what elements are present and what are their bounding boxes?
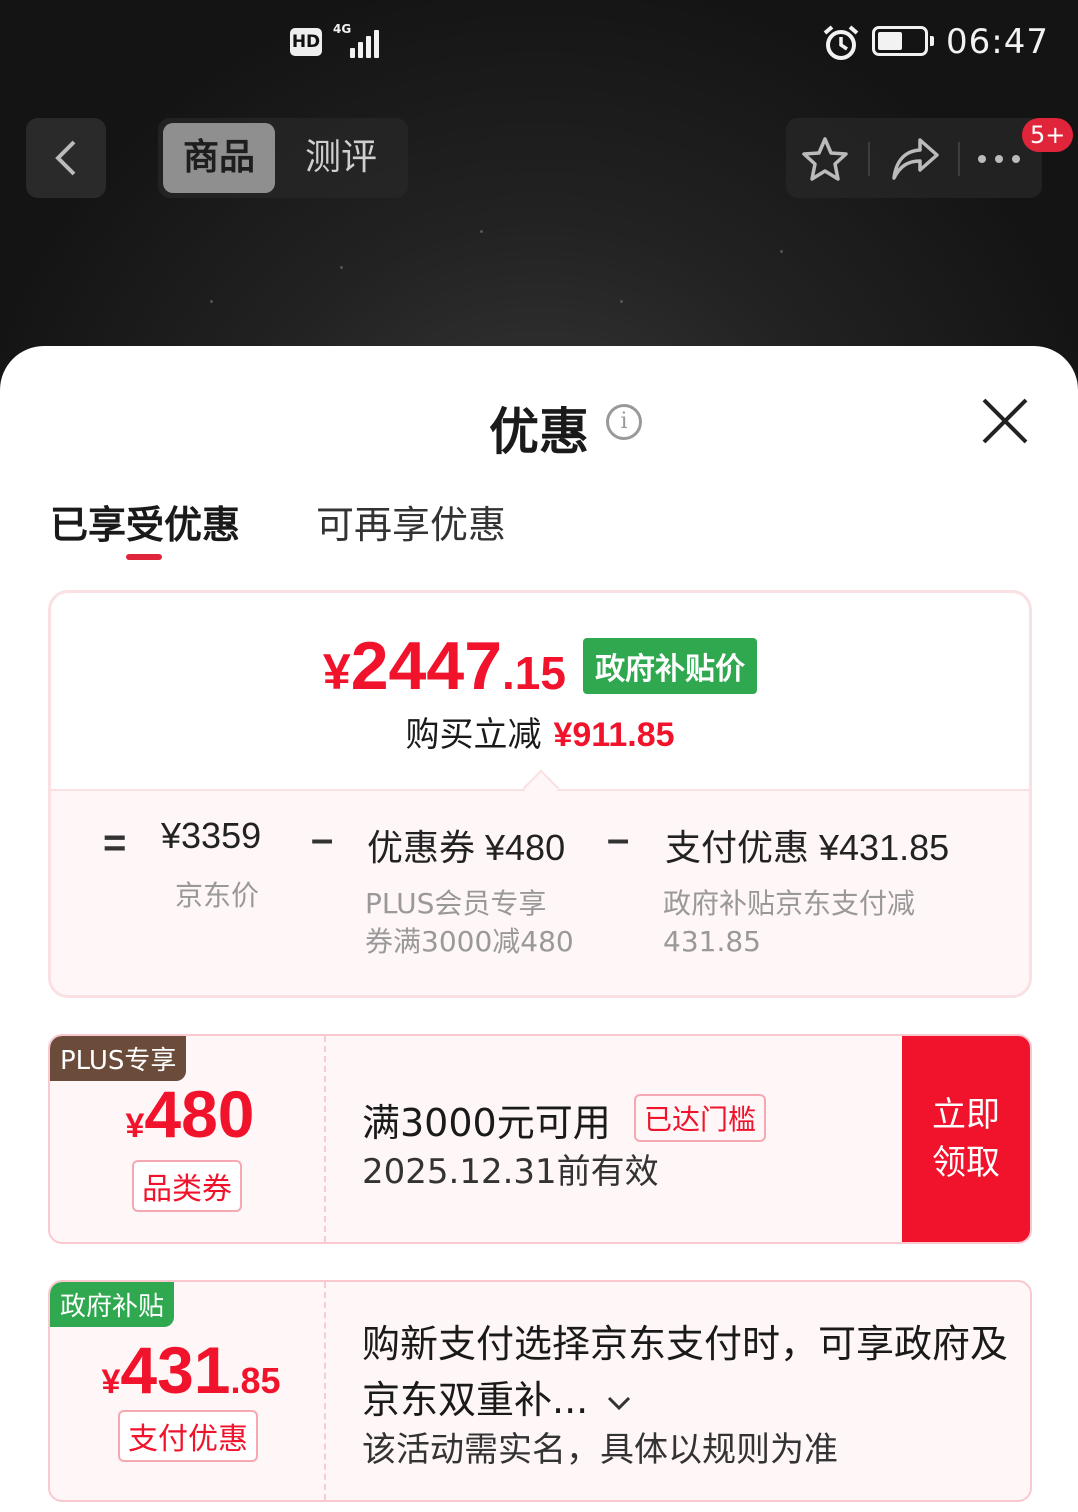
reduce-amount: ¥911.85 (553, 716, 675, 754)
minus-sign: – (311, 817, 334, 861)
reduce-label: 购买立减 (405, 715, 542, 755)
final-price-row: ¥2447.15 政府补贴价 (51, 627, 1029, 705)
coupon-condition: 满3000元可用 (362, 1101, 611, 1145)
more-icon[interactable] (974, 136, 1024, 182)
pay-sub-2: 431.85 (663, 925, 761, 958)
jd-price: ¥3359 (161, 815, 262, 856)
tab-enjoyed-discounts[interactable]: 已享受优惠 (50, 494, 240, 549)
threshold-met-badge: 已达门槛 (634, 1094, 767, 1142)
tab-product[interactable]: 商品 (163, 123, 275, 193)
hd-icon: HD (290, 28, 322, 56)
coupon-amount: ¥480 (125, 1077, 255, 1151)
coupon-expiry: 2025.12.31前有效 (362, 1152, 659, 1192)
minus-sign: – (607, 817, 630, 861)
gov-subsidy-price-tag: 政府补贴价 (583, 638, 758, 694)
network-type: 4G (333, 22, 352, 36)
gov-subsidy-tag: 政府补贴 (50, 1282, 175, 1327)
back-button[interactable] (26, 118, 106, 198)
gov-subsidy-card: 政府补贴 ¥431.85 支付优惠 购新支付选择京东支付时，可享政府及京东双重补… (48, 1280, 1032, 1502)
pay-sub-1: 政府补贴京东支付减 (663, 887, 916, 920)
status-bar: HD 4G 06:47 (0, 18, 1078, 68)
coupon-part: 优惠券 ¥480 (367, 827, 566, 868)
action-bar (786, 118, 1042, 198)
pay-discount-type: 支付优惠 (118, 1410, 258, 1462)
close-icon[interactable] (978, 394, 1032, 448)
subsidy-note: 该活动需实名，具体以规则为准 (362, 1430, 838, 1470)
discount-sheet: 优惠 i 已享受优惠 可再享优惠 ¥2447.15 政府补贴价 购买立减 ¥911… (0, 346, 1078, 1512)
subsidy-description[interactable]: 购新支付选择京东支付时，可享政府及京东双重补... (362, 1316, 1012, 1428)
star-icon[interactable] (800, 136, 850, 182)
product-tabs: 商品 测评 (158, 118, 408, 198)
jd-price-label: 京东价 (175, 879, 260, 912)
plus-exclusive-tag: PLUS专享 (50, 1036, 187, 1081)
claim-coupon-button[interactable]: 立即领取 (902, 1036, 1030, 1242)
alarm-icon (823, 25, 859, 60)
pay-discount-amount: ¥431.85 (101, 1333, 281, 1407)
signal-icon (350, 26, 388, 58)
tab-review[interactable]: 测评 (286, 123, 396, 193)
info-icon[interactable]: i (606, 404, 642, 440)
tab-more-discounts[interactable]: 可再享优惠 (316, 494, 506, 549)
coupon-sub-1: PLUS会员专享 (365, 887, 547, 920)
share-icon[interactable] (890, 136, 940, 182)
tab-indicator (126, 554, 162, 560)
reduce-row: 购买立减 ¥911.85 (51, 707, 1029, 756)
clock: 06:47 (946, 22, 1049, 62)
sheet-title: 优惠 (489, 403, 589, 461)
equals-sign: = (103, 821, 127, 865)
chevron-left-icon (55, 140, 76, 176)
plus-coupon-card: PLUS专享 ¥480 品类券 满3000元可用 已达门槛 2025.12.31… (48, 1034, 1032, 1244)
battery-icon (872, 26, 934, 56)
coupon-sub-2: 券满3000减480 (365, 925, 574, 958)
final-price: ¥2447.15 (322, 628, 566, 704)
price-summary-card: ¥2447.15 政府补贴价 购买立减 ¥911.85 = ¥3359 京东价 –… (48, 590, 1032, 998)
pay-part: 支付优惠 ¥431.85 (665, 827, 950, 868)
chevron-down-icon[interactable] (606, 1394, 632, 1412)
coupon-type: 品类券 (132, 1160, 242, 1212)
message-count-badge: 5+ (1022, 118, 1074, 152)
